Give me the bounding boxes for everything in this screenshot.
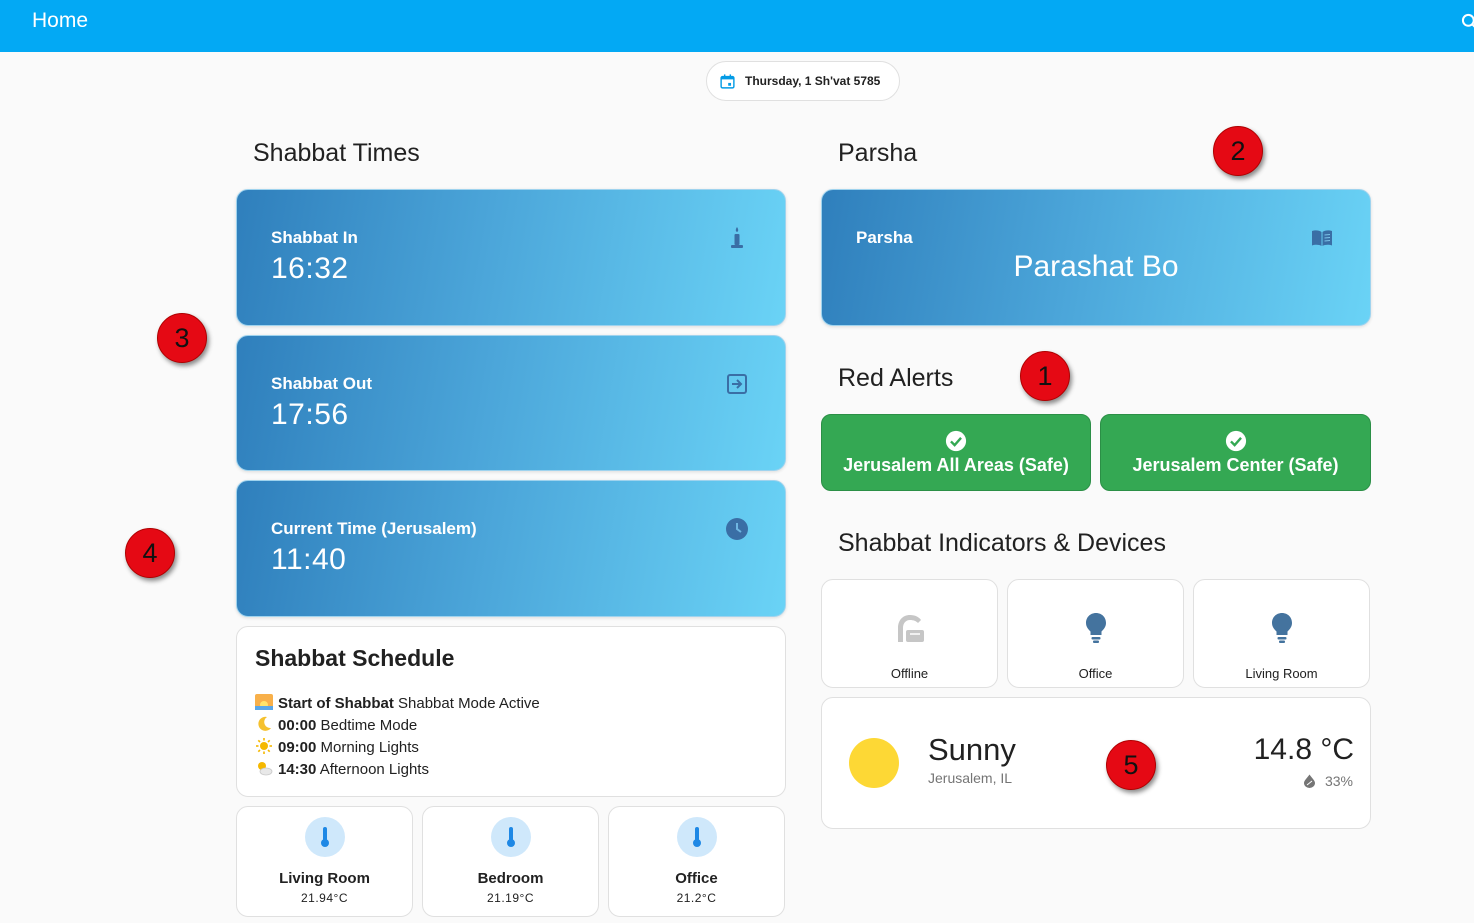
alert-label: Jerusalem All Areas (Safe)	[843, 455, 1069, 475]
temp-name: Bedroom	[477, 870, 544, 887]
book-icon	[1312, 230, 1332, 246]
weather-condition: Sunny	[928, 732, 1016, 767]
device-living-room-light[interactable]: Living Room	[1193, 579, 1370, 688]
clock-icon	[726, 518, 748, 540]
temp-card-bedroom[interactable]: Bedroom 21.19°C	[422, 806, 599, 917]
current-time-value: 11:40	[271, 543, 347, 576]
shabbat-in-value: 16:32	[271, 252, 349, 285]
red-alerts-heading: Red Alerts	[838, 364, 954, 392]
device-office-light[interactable]: Office	[1007, 579, 1184, 688]
hot-plate-icon	[897, 615, 924, 642]
weather-location: Jerusalem, IL	[928, 770, 1013, 786]
alert-jerusalem-all-areas[interactable]: Jerusalem All Areas (Safe)	[821, 414, 1091, 491]
parsha-label: Parsha	[856, 228, 913, 247]
temp-value: 21.19°C	[487, 891, 534, 905]
temp-card-living-room[interactable]: Living Room 21.94°C	[236, 806, 413, 917]
calendar-icon	[720, 73, 735, 89]
moon-icon	[258, 716, 271, 731]
shabbat-out-label: Shabbat Out	[271, 374, 373, 393]
annotation-marker-1: 1	[1020, 351, 1070, 401]
alert-label: Jerusalem Center (Safe)	[1132, 455, 1339, 475]
schedule-item: 00:00 Bedtime Mode	[255, 716, 417, 734]
search-icon[interactable]	[1460, 12, 1474, 32]
alert-jerusalem-center[interactable]: Jerusalem Center (Safe)	[1100, 414, 1371, 491]
shabbat-in-card[interactable]: Shabbat In 16:32	[236, 189, 786, 326]
thermometer-icon	[692, 827, 701, 847]
temp-value: 21.94°C	[301, 891, 348, 905]
top-app-bar: Home	[0, 0, 1474, 52]
exit-icon	[727, 374, 747, 394]
sun-cloud-icon	[258, 762, 273, 776]
annotation-marker-5: 5	[1106, 740, 1156, 790]
sunrise-icon	[255, 694, 273, 710]
weather-card[interactable]: Sunny Jerusalem, IL 14.8 °C 33%	[821, 697, 1371, 829]
annotation-marker-4: 4	[125, 528, 175, 578]
annotation-marker-3: 3	[157, 313, 207, 363]
shabbat-out-value: 17:56	[271, 398, 349, 431]
page-title: Home	[32, 9, 89, 32]
lightbulb-icon	[1085, 613, 1106, 643]
parsha-card[interactable]: Parsha Parashat Bo	[821, 189, 1371, 326]
lightbulb-icon	[1271, 613, 1292, 643]
thermometer-icon	[506, 827, 515, 847]
device-label: Living Room	[1245, 666, 1318, 681]
devices-heading: Shabbat Indicators & Devices	[838, 529, 1166, 557]
check-circle-icon	[945, 430, 967, 452]
temp-name: Office	[675, 870, 718, 887]
device-label: Office	[1078, 666, 1113, 681]
date-chip[interactable]: Thursday, 1 Sh'vat 5785	[706, 61, 900, 101]
schedule-item: 14:30 Afternoon Lights	[255, 760, 429, 778]
current-time-label: Current Time (Jerusalem)	[271, 519, 477, 538]
schedule-item: 09:00 Morning Lights	[255, 738, 419, 756]
device-label: Offline	[890, 666, 929, 681]
temp-name: Living Room	[279, 870, 370, 887]
schedule-item: Start of Shabbat Shabbat Mode Active	[255, 694, 540, 712]
hebrew-date: Thursday, 1 Sh'vat 5785	[745, 74, 881, 88]
annotation-marker-2: 2	[1213, 126, 1263, 176]
shabbat-times-heading: Shabbat Times	[253, 139, 420, 167]
temp-card-office[interactable]: Office 21.2°C	[608, 806, 785, 917]
thermometer-icon	[320, 827, 329, 847]
current-time-card[interactable]: Current Time (Jerusalem) 11:40	[236, 480, 786, 617]
schedule-title: Shabbat Schedule	[255, 645, 455, 671]
shabbat-out-card[interactable]: Shabbat Out 17:56	[236, 335, 786, 471]
parsha-value: Parashat Bo	[1013, 250, 1179, 283]
weather-humidity: 33%	[1303, 773, 1353, 789]
shabbat-in-label: Shabbat In	[271, 228, 358, 247]
temp-value: 21.2°C	[676, 891, 717, 905]
shabbat-schedule-card: Shabbat Schedule Start of Shabbat Shabba…	[236, 626, 786, 797]
humidity-icon	[1303, 774, 1315, 788]
sun-icon	[256, 738, 272, 754]
candle-icon	[731, 227, 743, 248]
weather-temperature: 14.8 °C	[1253, 733, 1354, 766]
check-circle-icon	[1225, 430, 1246, 452]
device-hot-plate[interactable]: Offline	[821, 579, 998, 688]
parsha-heading: Parsha	[838, 139, 918, 167]
sun-icon	[849, 738, 899, 788]
